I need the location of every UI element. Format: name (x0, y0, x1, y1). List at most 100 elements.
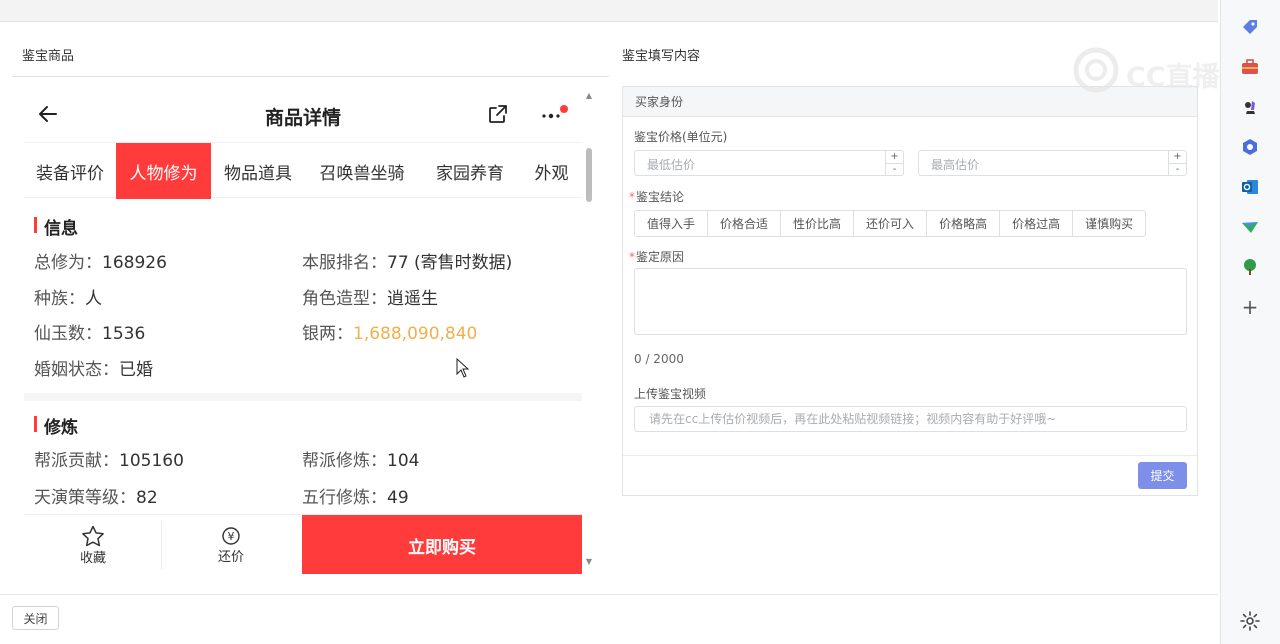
conclusion-option[interactable]: 还价可入 (853, 210, 928, 237)
chess-icon[interactable] (1239, 96, 1261, 118)
max-price-placeholder: 最高估价 (931, 158, 980, 172)
cultivation-row: 五行修炼：49 (302, 483, 409, 508)
conclusion-option[interactable]: 价格略高 (926, 210, 1001, 237)
product-detail-phone: 商品详情 装备评价 人物修为 物品道具 召唤兽坐骑 家园养育 外观 信息 总修为… (24, 84, 582, 574)
share-icon[interactable] (486, 102, 510, 126)
scrollbar-thumb[interactable] (586, 148, 592, 202)
cultivation-label: 五行修炼： (302, 488, 387, 508)
cultivation-label: 帮派修炼： (302, 451, 387, 471)
cultivation-heading: 修炼 (34, 413, 78, 438)
divider (623, 455, 1197, 456)
yen-icon: ¥ (222, 526, 240, 545)
tag-icon[interactable] (1239, 16, 1261, 38)
info-label: 总修为： (34, 253, 102, 273)
right-section-title: 鉴宝填写内容 (622, 49, 701, 64)
bottom-bar: 关闭 (0, 594, 1218, 644)
submit-button[interactable]: 提交 (1138, 462, 1187, 489)
tab-home[interactable]: 家园养育 (419, 143, 521, 199)
info-value: 77 (寄售时数据) (387, 253, 513, 273)
max-price-input[interactable]: 最高估价 + - (918, 150, 1187, 176)
required-mark: * (629, 190, 635, 204)
left-section-title: 鉴宝商品 (22, 49, 75, 64)
action-footer: 收藏 ¥ 还价 立即购买 (24, 514, 582, 574)
reason-label-text: 鉴定原因 (636, 250, 685, 264)
conclusion-option[interactable]: 价格过高 (999, 210, 1074, 237)
cultivation-value: 82 (136, 488, 158, 508)
cc-logo-icon (1073, 47, 1119, 93)
reason-textarea[interactable] (634, 268, 1187, 335)
info-row: 总修为：168926 (34, 248, 167, 273)
increment-button[interactable]: + (1168, 151, 1186, 163)
tab-appearance[interactable]: 外观 (521, 143, 582, 199)
conclusion-label-text: 鉴宝结论 (636, 190, 685, 204)
cultivation-value: 49 (387, 488, 409, 508)
info-row: 本服排名：77 (寄售时数据) (302, 248, 512, 273)
outlook-icon[interactable] (1239, 176, 1261, 198)
phone-header: 商品详情 (24, 84, 582, 142)
copilot-icon[interactable] (1239, 136, 1261, 158)
info-label: 婚姻状态： (34, 360, 119, 380)
info-row: 仙玉数：1536 (34, 319, 145, 344)
tree-icon[interactable] (1239, 256, 1261, 278)
min-price-input[interactable]: 最低估价 + - (634, 150, 904, 176)
silver-value: 1,688,090,840 (353, 324, 478, 344)
info-value: 逍遥生 (387, 289, 438, 309)
yen-symbol: ¥ (228, 530, 235, 543)
info-label: 银两： (302, 324, 353, 344)
watermark-logo: CC直播 (1072, 46, 1222, 94)
decrement-button[interactable]: - (885, 163, 903, 175)
required-mark: * (629, 250, 635, 264)
decrement-button[interactable]: - (1168, 163, 1186, 175)
char-counter: 0 / 2000 (634, 352, 684, 366)
info-value: 人 (85, 289, 102, 309)
info-heading: 信息 (34, 214, 78, 239)
cultivation-row: 天演策等级：82 (34, 483, 158, 508)
info-label: 本服排名： (302, 253, 387, 273)
add-icon[interactable]: + (1239, 295, 1261, 319)
min-price-placeholder: 最低估价 (647, 158, 696, 172)
close-button[interactable]: 关闭 (12, 606, 59, 630)
info-row: 婚姻状态：已婚 (34, 355, 153, 380)
more-icon[interactable] (540, 104, 568, 124)
video-label: 上传鉴宝视频 (634, 387, 707, 401)
conclusion-label: *鉴宝结论 (629, 188, 684, 205)
right-sidebar: + (1220, 0, 1280, 644)
conclusion-option[interactable]: 价格合适 (707, 210, 782, 237)
info-row: 种族：人 (34, 284, 102, 309)
cultivation-label: 帮派贡献： (34, 451, 119, 471)
bargain-label: 还价 (217, 549, 244, 565)
scroll-down-icon[interactable]: ▼ (584, 558, 594, 566)
watermark-text: CC直播 (1126, 62, 1220, 93)
star-icon (82, 525, 104, 546)
info-row: 银两：1,688,090,840 (302, 319, 477, 344)
favorite-button[interactable]: 收藏 (24, 515, 162, 574)
scroll-up-icon[interactable]: ▲ (584, 92, 594, 100)
drop-icon[interactable] (1239, 216, 1261, 238)
bargain-button[interactable]: ¥ 还价 (162, 515, 300, 574)
tab-equipment[interactable]: 装备评价 (24, 143, 116, 199)
briefcase-icon[interactable] (1239, 56, 1261, 78)
cultivation-row: 帮派修炼：104 (302, 446, 419, 471)
conclusion-option[interactable]: 值得入手 (634, 210, 709, 237)
tab-items[interactable]: 物品道具 (211, 143, 305, 199)
settings-gear-icon[interactable] (1239, 610, 1261, 632)
video-link-input[interactable]: 请先在cc上传估价视频后，再在此处粘贴视频链接；视频内容有助于好评哦~ (634, 406, 1187, 432)
info-label: 种族： (34, 289, 85, 309)
cultivation-value: 105160 (119, 451, 184, 471)
increment-button[interactable]: + (885, 151, 903, 163)
conclusion-option[interactable]: 性价比高 (780, 210, 855, 237)
buy-now-button[interactable]: 立即购买 (302, 515, 582, 574)
conclusion-option[interactable]: 谨慎购买 (1072, 210, 1147, 237)
reason-label: *鉴定原因 (629, 248, 684, 265)
tab-pets[interactable]: 召唤兽坐骑 (305, 143, 419, 199)
info-label: 角色造型： (302, 289, 387, 309)
mouse-cursor-icon (456, 358, 470, 378)
info-value: 1536 (102, 324, 146, 344)
cultivation-row: 帮派贡献：105160 (34, 446, 184, 471)
category-tabs: 装备评价 人物修为 物品道具 召唤兽坐骑 家园养育 外观 (24, 142, 582, 199)
info-label: 仙玉数： (34, 324, 102, 344)
tab-character[interactable]: 人物修为 (116, 143, 211, 199)
section-gap (24, 393, 582, 401)
conclusion-options: 值得入手 价格合适 性价比高 还价可入 价格略高 价格过高 谨慎购买 (634, 210, 1147, 237)
cultivation-label: 天演策等级： (34, 488, 136, 508)
